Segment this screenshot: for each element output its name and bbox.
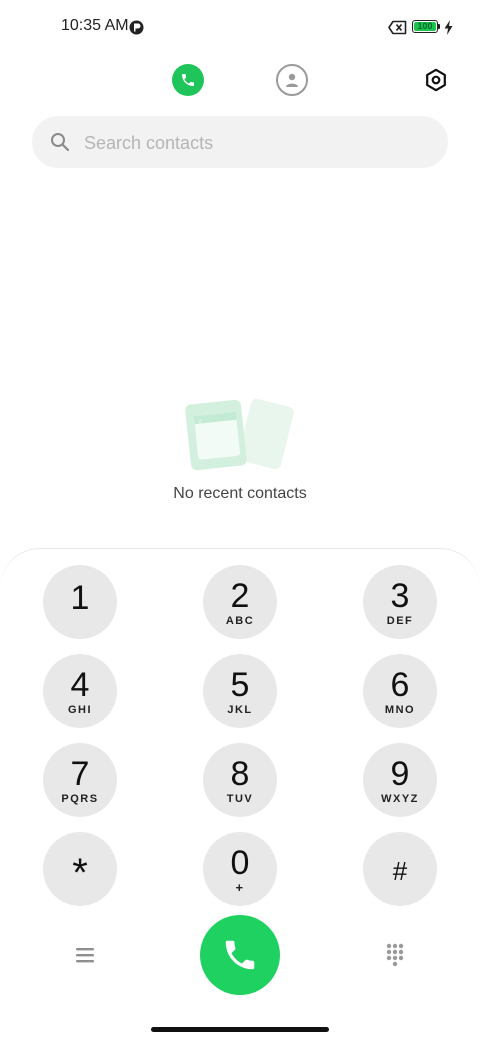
key-letters: MNO: [384, 704, 416, 716]
person-icon: [286, 73, 298, 87]
key-letters: TUV: [226, 793, 254, 805]
call-button[interactable]: [200, 915, 280, 995]
key-digit: 3: [390, 577, 410, 615]
charging-icon: [444, 20, 453, 35]
key-2[interactable]: 2 ABC: [203, 565, 277, 639]
dialpad-toggle-icon[interactable]: [385, 943, 405, 967]
key-digit: 5: [230, 666, 250, 704]
search-input[interactable]: [82, 116, 426, 170]
key-9[interactable]: 9 WXYZ: [363, 743, 437, 817]
key-6[interactable]: 6 MNO: [363, 654, 437, 728]
key-letters: PQRS: [61, 793, 99, 805]
notification-icon: [129, 20, 144, 35]
sim-blocked-icon: [388, 20, 407, 35]
tab-phone[interactable]: [172, 64, 204, 96]
key-digit: 4: [70, 666, 90, 704]
home-indicator[interactable]: [151, 1027, 329, 1032]
dialer-screen: 10:35 AM 100 Search contacts No recent c…: [0, 0, 480, 1040]
status-time: 10:35 AM: [61, 17, 129, 34]
key-digit: 9: [390, 755, 410, 793]
key-digit: #: [392, 856, 408, 886]
search-bar[interactable]: [32, 116, 448, 170]
key-digit: *: [72, 851, 88, 895]
key-digit: 8: [230, 755, 250, 793]
key-star[interactable]: *: [43, 832, 117, 906]
key-digit: 1: [70, 579, 90, 617]
key-0[interactable]: 0 +: [203, 832, 277, 906]
phone-icon: [225, 940, 255, 970]
key-letters: JKL: [227, 704, 253, 716]
key-letters: GHI: [67, 704, 93, 716]
phone-icon: [182, 74, 194, 86]
key-1[interactable]: 1: [43, 565, 117, 639]
empty-state-message: No recent contacts: [173, 485, 307, 502]
empty-contacts-illustration: [185, 398, 294, 471]
key-5[interactable]: 5 JKL: [203, 654, 277, 728]
key-letters: DEF: [386, 615, 414, 627]
key-letters: +: [235, 880, 245, 895]
key-letters: ABC: [225, 615, 255, 627]
key-digit: 0: [230, 844, 250, 882]
battery-level: 100: [414, 22, 436, 31]
key-3[interactable]: 3 DEF: [363, 565, 437, 639]
menu-icon[interactable]: [74, 944, 96, 966]
key-hash[interactable]: #: [363, 832, 437, 906]
key-8[interactable]: 8 TUV: [203, 743, 277, 817]
key-7[interactable]: 7 PQRS: [43, 743, 117, 817]
key-digit: 7: [70, 755, 90, 793]
key-4[interactable]: 4 GHI: [43, 654, 117, 728]
battery-icon: 100: [412, 20, 442, 35]
tab-contacts[interactable]: [276, 64, 308, 96]
search-icon: [51, 133, 70, 152]
key-digit: 6: [390, 666, 410, 704]
settings-icon[interactable]: [424, 68, 448, 92]
status-bar: 10:35 AM 100: [0, 0, 480, 56]
key-letters: WXYZ: [381, 793, 419, 805]
key-digit: 2: [230, 577, 250, 615]
